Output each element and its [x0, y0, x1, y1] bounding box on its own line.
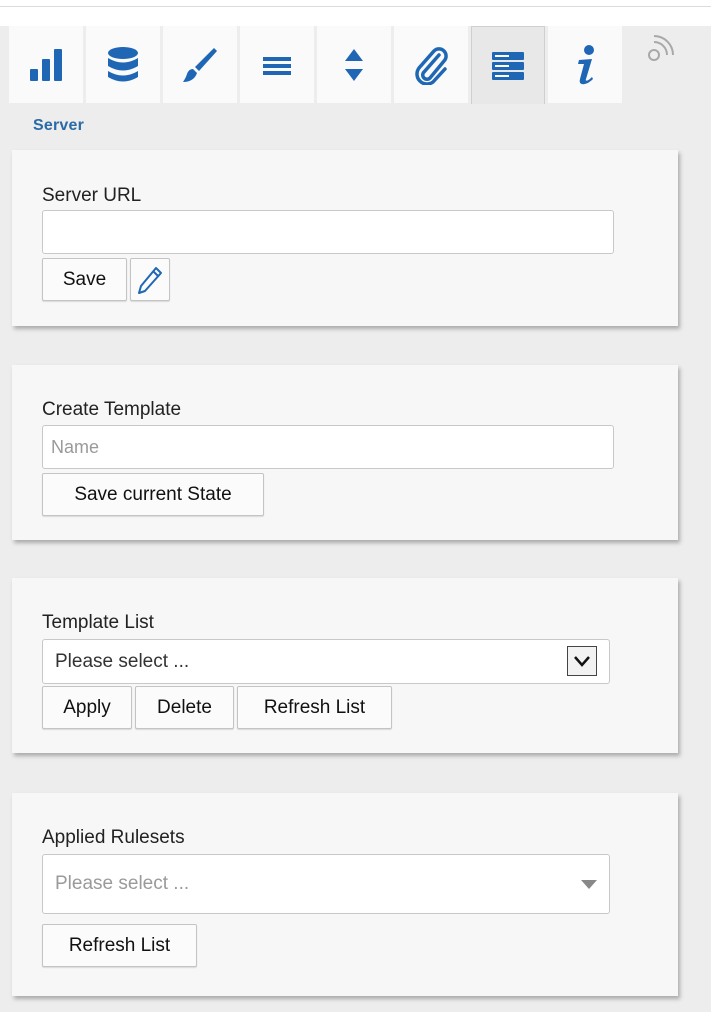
tab-chart[interactable]	[9, 26, 83, 103]
brush-icon	[183, 47, 217, 82]
create-template-label: Create Template	[42, 399, 182, 420]
template-name-input[interactable]	[42, 425, 614, 469]
database-icon	[108, 46, 138, 81]
caret-down-icon	[581, 880, 597, 889]
applied-rulesets-select[interactable]: Please select ...	[42, 854, 610, 914]
tab-style[interactable]	[163, 26, 237, 103]
template-list-dropdown-button[interactable]	[567, 646, 597, 676]
paperclip-icon	[415, 46, 448, 85]
delete-button[interactable]: Delete	[135, 686, 234, 729]
tab-data[interactable]	[86, 26, 160, 103]
template-list-selected: Please select ...	[55, 650, 190, 672]
template-list-card: Template List Please select ... Apply De…	[12, 578, 678, 753]
tab-bar	[9, 26, 625, 104]
template-list-select[interactable]: Please select ...	[42, 639, 610, 684]
tab-attachments[interactable]	[394, 26, 468, 103]
save-current-state-button[interactable]: Save current State	[42, 473, 264, 516]
server-icon	[492, 51, 524, 80]
applied-rulesets-placeholder: Please select ...	[55, 873, 190, 894]
info-icon	[578, 44, 594, 84]
tab-info[interactable]	[548, 26, 622, 103]
save-button[interactable]: Save	[42, 258, 127, 301]
create-template-card: Create Template Save current State	[12, 365, 678, 540]
applied-rulesets-label: Applied Rulesets	[42, 827, 185, 848]
refresh-list-button[interactable]: Refresh List	[237, 686, 392, 729]
top-divider	[0, 6, 711, 7]
tab-list[interactable]	[240, 26, 314, 103]
applied-rulesets-card: Applied Rulesets Please select ... Refre…	[12, 793, 678, 996]
server-url-label: Server URL	[42, 185, 142, 206]
menu-lines-icon	[263, 56, 291, 75]
refresh-rulesets-button[interactable]: Refresh List	[42, 924, 197, 967]
apply-button[interactable]: Apply	[42, 686, 132, 729]
tab-sort[interactable]	[317, 26, 391, 103]
section-title: Server	[33, 117, 85, 134]
sort-arrows-icon	[345, 48, 363, 81]
template-list-label: Template List	[42, 612, 154, 633]
pencil-icon	[138, 266, 162, 294]
bar-chart-icon	[30, 48, 62, 81]
edit-button[interactable]	[130, 258, 170, 301]
chevron-down-icon	[574, 656, 590, 667]
tab-server[interactable]	[471, 26, 545, 104]
server-url-input[interactable]	[42, 210, 614, 254]
server-url-card: Server URL Save	[12, 150, 678, 326]
broadcast-icon	[648, 35, 674, 61]
